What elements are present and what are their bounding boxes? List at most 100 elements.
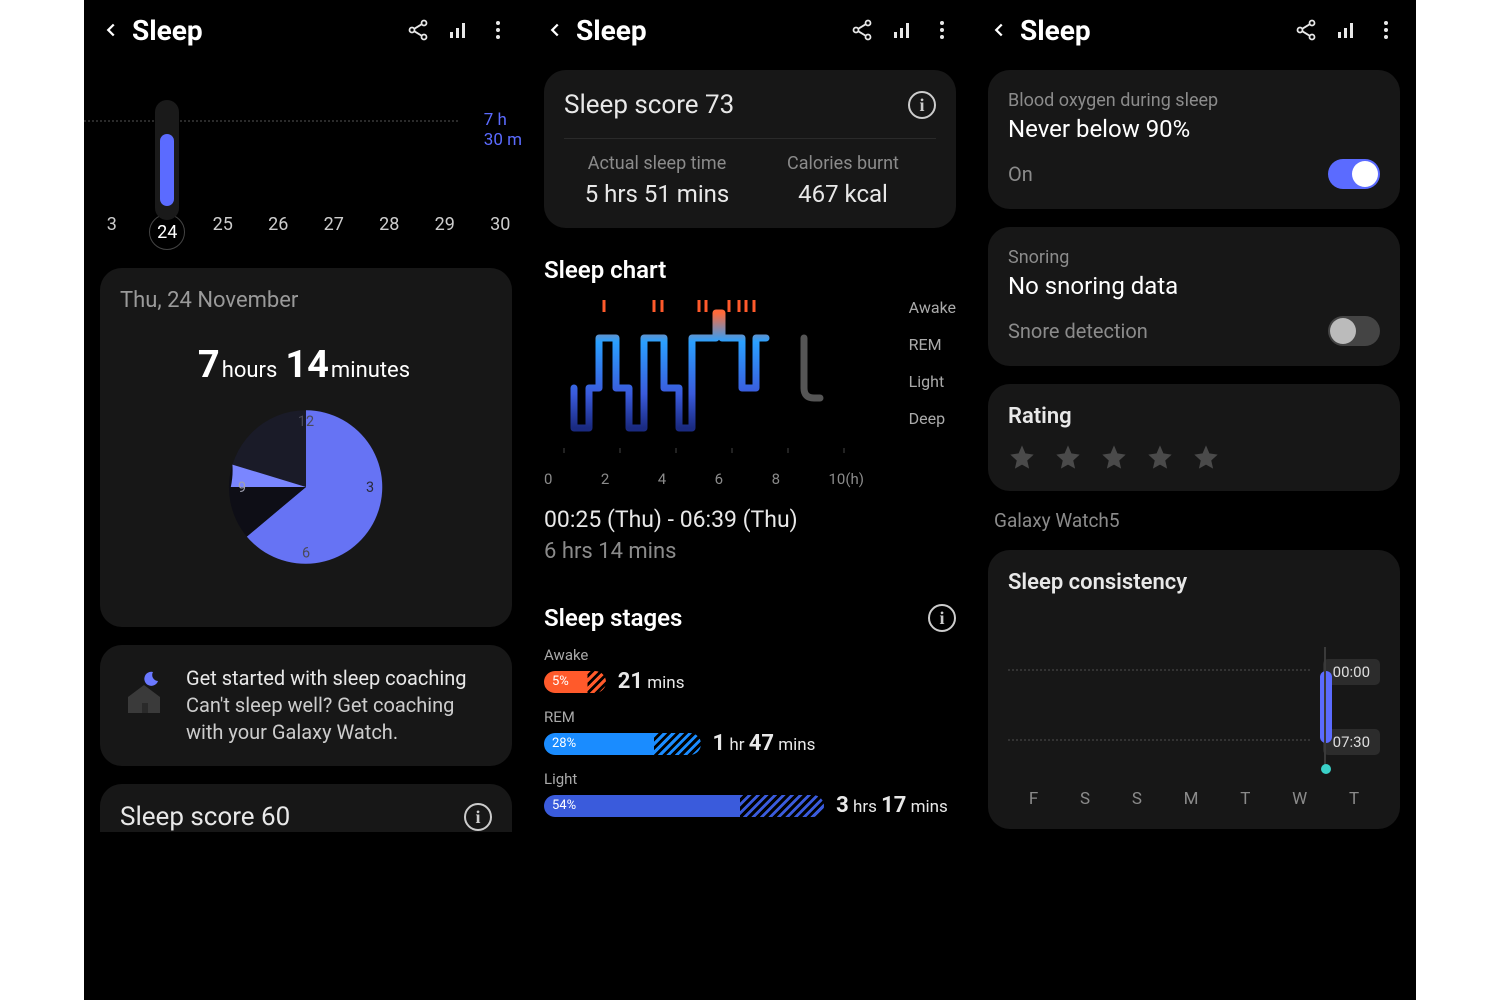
sleep-stage-row: REM28%1 hr 47 mins (544, 708, 956, 756)
axis-tick: 0 (544, 470, 552, 488)
stage-percent: 54% (552, 798, 576, 813)
sleep-range: 00:25 (Thu) - 06:39 (Thu) (544, 506, 956, 533)
calendar-day[interactable]: 27 (312, 214, 356, 250)
clock-6: 6 (302, 544, 310, 561)
weekday-label: W (1292, 789, 1307, 809)
more-button[interactable] (478, 10, 518, 50)
star-icon[interactable] (1100, 443, 1128, 471)
day-summary-card[interactable]: Thu, 24 November 7hours 14minutes 12 (100, 268, 512, 627)
rating-stars (1008, 443, 1380, 471)
weekday-label: M (1184, 789, 1199, 809)
now-indicator-icon (1321, 764, 1331, 774)
stats-button[interactable] (882, 10, 922, 50)
back-button[interactable] (538, 13, 572, 47)
calendar-day[interactable]: 3 (90, 214, 134, 250)
chevron-left-icon (988, 19, 1010, 41)
legend-item: Awake (909, 298, 956, 317)
calendar-day[interactable]: 26 (256, 214, 300, 250)
sleep-coaching-card[interactable]: Get started with sleep coaching Can't sl… (100, 645, 512, 766)
house-moon-icon (120, 669, 168, 717)
app-header: Sleep (84, 0, 528, 60)
snoring-label: Snoring (1008, 247, 1380, 268)
week-calendar[interactable]: 7 h 30 m 3 24 25 26 27 28 29 30 (84, 80, 528, 250)
stats-button[interactable] (1326, 10, 1366, 50)
star-icon[interactable] (1054, 443, 1082, 471)
snore-detection-toggle[interactable] (1328, 316, 1380, 346)
sleep-chart-title: Sleep chart (544, 256, 956, 284)
stage-bar: 28% (544, 733, 701, 755)
stats-button[interactable] (438, 10, 478, 50)
star-icon[interactable] (1146, 443, 1174, 471)
info-icon[interactable]: i (928, 604, 956, 632)
phone-screen-1: Sleep 7 h 30 m 3 24 25 26 27 28 29 30 Thu, 24 N… (84, 0, 528, 1000)
calendar-day[interactable]: 29 (423, 214, 467, 250)
phone-screen-3: Sleep Blood oxygen during sleep Never be… (972, 0, 1416, 1000)
sleep-score-card-peek[interactable]: Sleep score 60 i (100, 784, 512, 832)
legend-item: Deep (909, 409, 956, 428)
bar-chart-icon (1334, 18, 1358, 42)
spo2-toggle[interactable] (1328, 159, 1380, 189)
stage-duration: 1 hr 47 mins (713, 731, 816, 756)
spo2-toggle-label: On (1008, 162, 1033, 186)
sleep-clock: 12 3 6 9 (226, 407, 386, 567)
calendar-day[interactable]: 25 (201, 214, 245, 250)
more-button[interactable] (922, 10, 962, 50)
axis-tick: 6 (715, 470, 723, 488)
stage-percent: 28% (552, 736, 576, 751)
info-icon[interactable]: i (908, 91, 936, 119)
weekday-label: T (1349, 789, 1359, 809)
snore-detection-label: Snore detection (1008, 319, 1148, 343)
calendar-day[interactable]: 28 (367, 214, 411, 250)
stage-name: Awake (544, 646, 956, 664)
share-button[interactable] (842, 10, 882, 50)
page-title: Sleep (132, 14, 203, 47)
bar-chart-icon (446, 18, 470, 42)
snoring-value: No snoring data (1008, 272, 1380, 300)
sleep-chart[interactable]: AwakeREMLightDeep (544, 298, 956, 488)
rating-card: Rating (988, 384, 1400, 491)
sleep-stages-title: Sleep stages (544, 604, 682, 632)
more-vertical-icon (1374, 18, 1398, 42)
star-icon[interactable] (1192, 443, 1220, 471)
calendar-day[interactable]: 24 (145, 214, 189, 250)
info-icon[interactable]: i (464, 803, 492, 831)
axis-tick: 10(h) (828, 470, 863, 488)
spo2-value: Never below 90% (1008, 115, 1380, 143)
consistency-bar (1320, 671, 1332, 743)
axis-tick: 2 (601, 470, 609, 488)
spo2-label: Blood oxygen during sleep (1008, 90, 1380, 111)
stage-duration: 21 mins (618, 669, 685, 694)
stage-percent: 5% (552, 674, 569, 689)
coaching-title: Get started with sleep coaching (186, 665, 492, 692)
device-label: Galaxy Watch5 (988, 491, 1400, 532)
sleep-duration: 7hours 14minutes (120, 343, 492, 387)
share-button[interactable] (398, 10, 438, 50)
calendar-day[interactable]: 30 (478, 214, 522, 250)
more-button[interactable] (1366, 10, 1406, 50)
weekday-label: S (1132, 789, 1142, 809)
axis-tick: 4 (658, 470, 666, 488)
star-icon[interactable] (1008, 443, 1036, 471)
more-vertical-icon (486, 18, 510, 42)
date-label: Thu, 24 November (120, 288, 492, 313)
consistency-chart[interactable]: 00:00 07:30 FSSMTWT (1008, 609, 1380, 809)
share-button[interactable] (1286, 10, 1326, 50)
stage-duration: 3 hrs 17 mins (836, 793, 948, 818)
calories-burnt: Calories burnt 467 kcal (750, 153, 936, 208)
bar-chart-icon (890, 18, 914, 42)
clock-12: 12 (298, 413, 314, 430)
snoring-card: Snoring No snoring data Snore detection (988, 227, 1400, 366)
axis-tick: 8 (772, 470, 780, 488)
sleep-goal-label: 7 h 30 m (484, 110, 522, 151)
sleep-score-label: Sleep score 73 (564, 90, 734, 120)
back-button[interactable] (94, 13, 128, 47)
clock-9: 9 (238, 479, 246, 496)
stage-bar: 5% (544, 671, 606, 693)
page-title: Sleep (1020, 14, 1091, 47)
actual-sleep-time: Actual sleep time 5 hrs 51 mins (564, 153, 750, 208)
back-button[interactable] (982, 13, 1016, 47)
sleep-score-label: Sleep score 60 (120, 802, 290, 832)
weekday-label: S (1080, 789, 1090, 809)
rating-title: Rating (1008, 404, 1380, 429)
sleep-chart-svg (544, 298, 864, 468)
